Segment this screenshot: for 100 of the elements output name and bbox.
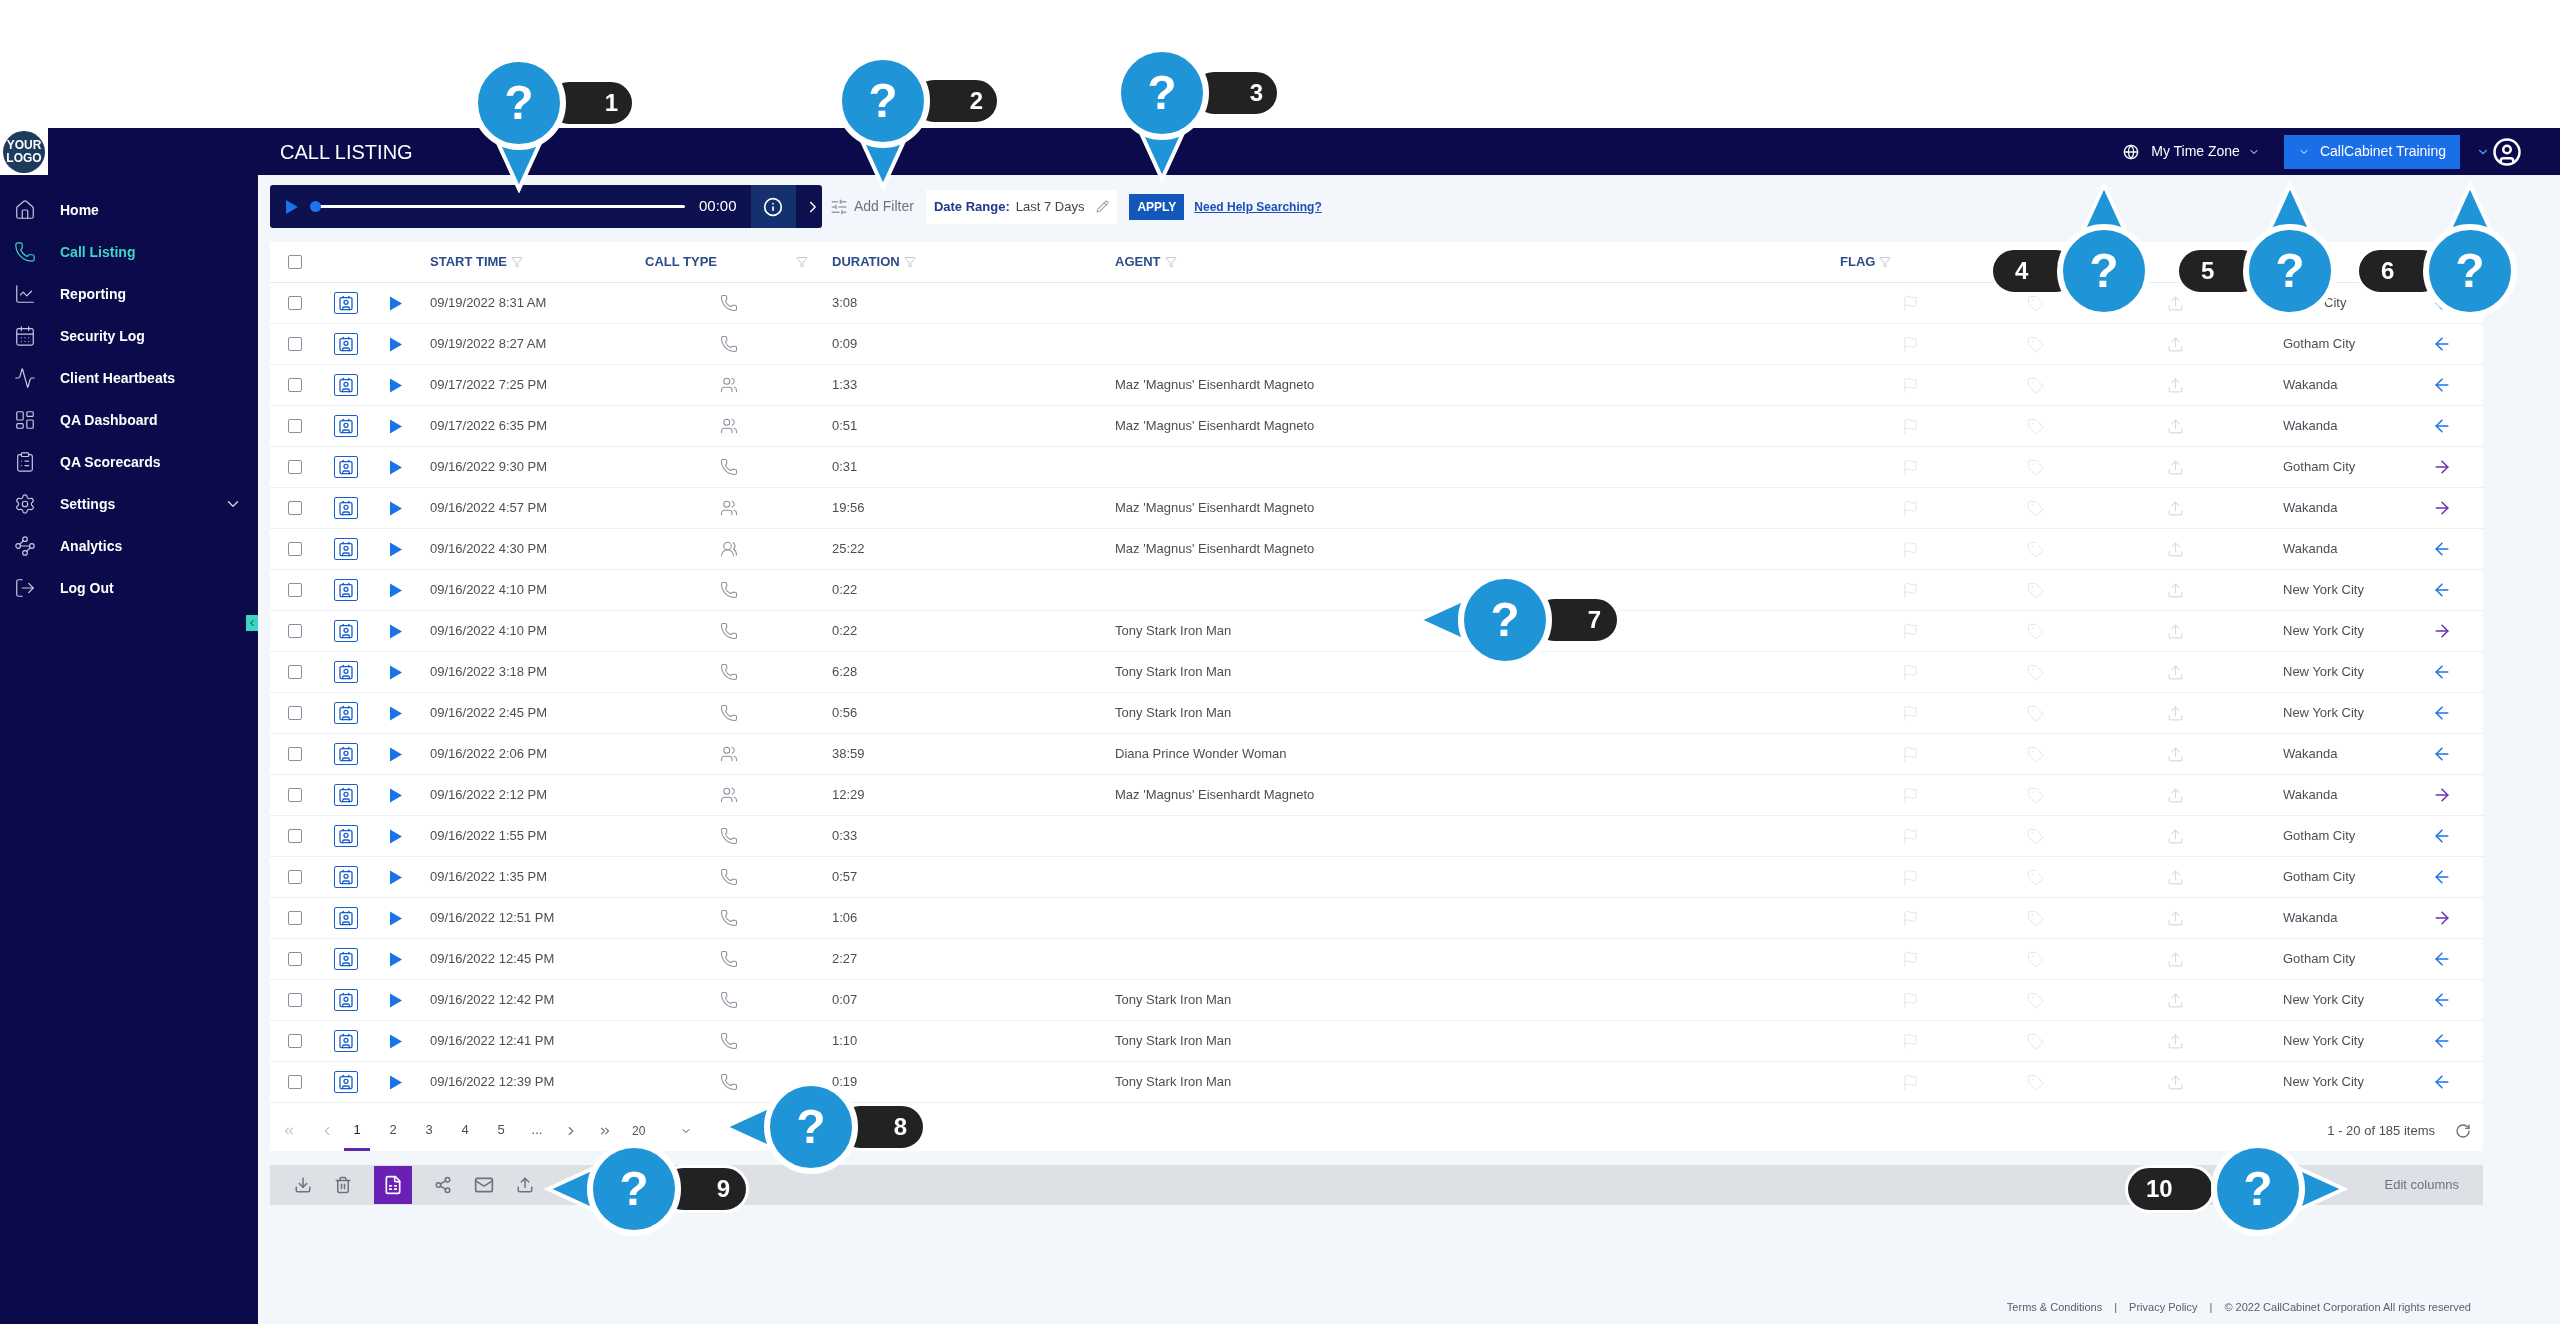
row-checkbox[interactable] <box>288 1075 302 1089</box>
nav-item[interactable]: Log Out <box>0 567 258 609</box>
row-checkbox[interactable] <box>288 993 302 1007</box>
row-checkbox[interactable] <box>288 747 302 761</box>
last-page-icon[interactable] <box>598 1124 612 1138</box>
nav-item[interactable]: Reporting <box>0 273 258 315</box>
row-checkbox[interactable] <box>288 1034 302 1048</box>
play-icon[interactable] <box>390 418 402 434</box>
play-icon[interactable] <box>390 664 402 680</box>
nav-item[interactable]: Call Listing <box>0 231 258 273</box>
upload-icon[interactable] <box>516 1176 534 1194</box>
play-icon[interactable] <box>390 541 402 557</box>
filter-icon[interactable] <box>511 256 524 268</box>
trash-icon[interactable] <box>334 1176 352 1194</box>
notes-button[interactable] <box>334 661 358 683</box>
row-checkbox[interactable] <box>288 788 302 802</box>
play-icon[interactable] <box>390 1074 402 1090</box>
notes-button[interactable] <box>334 333 358 355</box>
play-icon[interactable] <box>390 869 402 885</box>
user-icon[interactable] <box>2492 136 2522 167</box>
notes-button[interactable] <box>334 292 358 314</box>
column-header[interactable]: START TIME <box>430 252 508 272</box>
help-link[interactable]: Need Help Searching? <box>1194 197 1322 216</box>
play-icon[interactable] <box>390 500 402 516</box>
row-checkbox[interactable] <box>288 255 302 269</box>
column-header[interactable]: DURATION <box>832 252 900 272</box>
row-checkbox[interactable] <box>288 706 302 720</box>
row-checkbox[interactable] <box>288 337 302 351</box>
add-filter-button[interactable]: Add Filter <box>854 196 914 217</box>
nav-item[interactable]: QA Scorecards <box>0 441 258 483</box>
play-icon[interactable] <box>390 336 402 352</box>
play-icon[interactable] <box>390 828 402 844</box>
row-checkbox[interactable] <box>288 583 302 597</box>
page-size-dropdown[interactable]: 20 <box>632 1122 692 1140</box>
nav-item[interactable]: Security Log <box>0 315 258 357</box>
notes-button[interactable] <box>334 989 358 1011</box>
filter-icon[interactable] <box>903 256 916 268</box>
play-icon[interactable] <box>390 746 402 762</box>
column-header[interactable]: AGENT <box>1115 252 1161 272</box>
notes-button[interactable] <box>334 374 358 396</box>
apply-button[interactable]: APPLY <box>1129 193 1185 220</box>
filter-icon[interactable] <box>1164 256 1177 268</box>
page-button[interactable]: ... <box>524 1111 550 1151</box>
notes-button[interactable] <box>334 702 358 724</box>
mail-icon[interactable] <box>474 1175 494 1195</box>
share-icon[interactable] <box>434 1176 452 1194</box>
page-button[interactable]: 2 <box>380 1111 406 1151</box>
nav-item[interactable]: Client Heartbeats <box>0 357 258 399</box>
notes-button[interactable] <box>334 456 358 478</box>
notes-button[interactable] <box>334 415 358 437</box>
row-checkbox[interactable] <box>288 870 302 884</box>
play-icon[interactable] <box>390 951 402 967</box>
row-checkbox[interactable] <box>288 911 302 925</box>
notes-button[interactable] <box>334 825 358 847</box>
column-header[interactable]: FLAG <box>1840 252 1876 272</box>
column-header[interactable]: CALL TYPE <box>645 252 717 272</box>
play-icon[interactable] <box>390 623 402 639</box>
nav-item[interactable]: Settings <box>0 483 258 525</box>
notes-button[interactable] <box>334 784 358 806</box>
row-checkbox[interactable] <box>288 829 302 843</box>
play-icon[interactable] <box>390 459 402 475</box>
play-icon[interactable] <box>390 787 402 803</box>
collapse-tab[interactable] <box>246 615 258 631</box>
nav-item[interactable]: Home <box>0 189 258 231</box>
notes-button[interactable] <box>334 907 358 929</box>
notes-button[interactable] <box>334 538 358 560</box>
row-checkbox[interactable] <box>288 296 302 310</box>
refresh-icon[interactable] <box>2455 1123 2471 1139</box>
footer-link[interactable]: Privacy Policy <box>2129 1298 2198 1316</box>
notes-button[interactable] <box>334 866 358 888</box>
nav-item[interactable]: Analytics <box>0 525 258 567</box>
play-icon[interactable] <box>390 705 402 721</box>
notes-button[interactable] <box>334 948 358 970</box>
play-icon[interactable] <box>390 295 402 311</box>
notes-button[interactable] <box>334 1071 358 1093</box>
row-checkbox[interactable] <box>288 952 302 966</box>
notes-button[interactable] <box>334 620 358 642</box>
nav-item[interactable]: QA Dashboard <box>0 399 258 441</box>
play-icon[interactable] <box>390 910 402 926</box>
notes-button[interactable] <box>334 579 358 601</box>
date-range-field[interactable]: Date Range: Last 7 Days <box>925 189 1118 224</box>
notes-button[interactable] <box>334 1030 358 1052</box>
page-button[interactable]: 4 <box>452 1111 478 1151</box>
filter-icon[interactable] <box>1879 256 1892 268</box>
time-zone-dropdown[interactable]: My Time Zone <box>2151 141 2260 162</box>
download-icon[interactable] <box>294 1176 312 1194</box>
info-button[interactable] <box>750 185 797 228</box>
play-icon[interactable] <box>390 377 402 393</box>
row-checkbox[interactable] <box>288 378 302 392</box>
row-checkbox[interactable] <box>288 460 302 474</box>
page-button[interactable]: 5 <box>488 1111 514 1151</box>
play-icon[interactable] <box>390 992 402 1008</box>
play-icon[interactable] <box>286 199 298 214</box>
filter-icon[interactable] <box>796 256 808 268</box>
spreadsheet-export-button[interactable] <box>374 1166 412 1204</box>
footer-link[interactable]: Terms & Conditions <box>2006 1298 2103 1316</box>
row-checkbox[interactable] <box>288 501 302 515</box>
row-checkbox[interactable] <box>288 665 302 679</box>
play-icon[interactable] <box>390 1033 402 1049</box>
notes-button[interactable] <box>334 743 358 765</box>
